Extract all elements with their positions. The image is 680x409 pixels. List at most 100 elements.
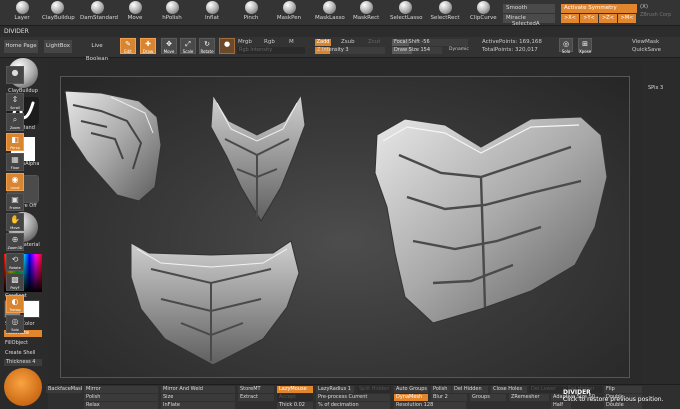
zsub-button[interactable]: Zsub bbox=[341, 39, 355, 45]
z-intensity-slider[interactable]: Z Intensity 3 bbox=[315, 47, 385, 54]
brush-inflat[interactable]: Inflat bbox=[201, 1, 223, 25]
secondary-color-swatch[interactable] bbox=[23, 300, 40, 318]
focal-shift-slider[interactable]: Focal Shift -56 bbox=[392, 39, 468, 46]
brush-move[interactable]: Move bbox=[124, 1, 146, 25]
right-shelf bbox=[642, 58, 680, 384]
split-hidden-button[interactable]: Split Hidden bbox=[357, 386, 391, 393]
mirror-and-weld-button[interactable]: Mirror And Weld bbox=[161, 386, 235, 393]
top-shelf: Layer ClayBuildup DamStandard Move hPoli… bbox=[0, 0, 680, 27]
close-holes-button[interactable]: Close Holes bbox=[491, 386, 527, 393]
del-lower-button[interactable]: Del Lower bbox=[529, 386, 563, 393]
draw-size-slider[interactable]: Draw Size 154 bbox=[392, 47, 442, 54]
local-button[interactable]: ◉ Local bbox=[6, 173, 24, 191]
accept-button[interactable]: Accept bbox=[277, 394, 313, 401]
solo-icon: ◎ bbox=[562, 40, 570, 48]
create-shell-button[interactable]: Create Shell bbox=[5, 350, 35, 356]
move-view-button[interactable]: ✋ Move bbox=[6, 213, 24, 231]
brush-clipcurve[interactable]: ClipCurve bbox=[470, 1, 497, 25]
floor-button[interactable]: ▦ Floor bbox=[6, 153, 24, 171]
rotate-view-button[interactable]: ⟲ Rotate bbox=[6, 253, 24, 271]
brush-layer[interactable]: Layer bbox=[10, 1, 34, 25]
decimation-slider[interactable]: % of decimation bbox=[316, 402, 390, 409]
auto-groups-button[interactable]: Auto Groups bbox=[394, 386, 428, 393]
axis-m-button[interactable]: >M< bbox=[618, 14, 636, 23]
brush-icon bbox=[282, 1, 296, 14]
thickness-slider[interactable]: Thickness 4 bbox=[4, 359, 42, 366]
zremesher-button[interactable]: ZRemesher bbox=[509, 394, 549, 401]
polish-toggle[interactable]: Polish bbox=[431, 386, 451, 393]
dynamic-button[interactable]: Dynamic bbox=[449, 47, 469, 52]
mirror-button[interactable]: Mirror bbox=[84, 386, 158, 393]
viewport-canvas[interactable] bbox=[60, 76, 630, 378]
half-button[interactable]: Half bbox=[551, 402, 571, 409]
axis-x-button[interactable]: >X< bbox=[561, 14, 579, 23]
resolution-slider[interactable]: Resolution 128 bbox=[394, 402, 466, 409]
polyf-button[interactable]: ▩ PolyF bbox=[6, 273, 24, 291]
brush-masklasso[interactable]: MaskLasso bbox=[315, 1, 345, 25]
lazyradius-slider[interactable]: LazyRadius 1 bbox=[316, 386, 354, 393]
pre-process-current-button[interactable]: Pre-process Current bbox=[316, 394, 390, 401]
axis-z-button[interactable]: >Z< bbox=[599, 14, 617, 23]
m-button[interactable]: M bbox=[289, 39, 294, 45]
persp-button[interactable]: ◧ Persp bbox=[6, 133, 24, 151]
live-boolean-button[interactable]: Live Boolean bbox=[80, 40, 114, 62]
solo-button[interactable]: ◎ Solo bbox=[559, 38, 573, 54]
draw-button[interactable]: ✚ Draw bbox=[140, 38, 156, 54]
blur-slider[interactable]: Blur 2 bbox=[431, 394, 467, 401]
solo-view-button[interactable]: ◎ Solo bbox=[6, 315, 24, 333]
scale-button[interactable]: ⤢ Scale bbox=[180, 38, 196, 54]
del-hidden-button[interactable]: Del Hidden bbox=[452, 386, 488, 393]
axis-y-button[interactable]: >Y< bbox=[580, 14, 598, 23]
size-slider[interactable]: Size bbox=[161, 394, 235, 401]
move-button[interactable]: ✥ Move bbox=[161, 38, 177, 54]
relax-slider[interactable]: Relax bbox=[84, 402, 158, 409]
smooth-brush-slot[interactable]: Smooth bbox=[503, 4, 555, 13]
zadd-button[interactable]: Zadd bbox=[315, 39, 331, 46]
backfacemask-button[interactable]: BackfaceMask bbox=[46, 386, 82, 393]
extract-button[interactable]: Extract bbox=[238, 394, 274, 401]
lightbox-button[interactable]: LightBox bbox=[44, 40, 72, 53]
brush-maskrect[interactable]: MaskRect bbox=[353, 1, 379, 25]
groups-button[interactable]: Groups bbox=[470, 394, 506, 401]
xpose-icon: ⊞ bbox=[582, 40, 588, 48]
zoom3d-button[interactable]: ⊕ Zoom3D bbox=[6, 233, 24, 251]
symmetry-shortcut: (X) bbox=[640, 4, 649, 10]
brush-damstandard[interactable]: DamStandard bbox=[80, 1, 118, 25]
miracle-slot[interactable]: Miracle SelectedA bbox=[503, 14, 555, 27]
orange-material-orb-icon[interactable] bbox=[4, 368, 42, 406]
brush-maskpen[interactable]: MaskPen bbox=[276, 1, 302, 25]
brush-icon bbox=[322, 1, 336, 14]
double-button-2[interactable]: Double bbox=[604, 402, 642, 409]
polish-slider[interactable]: Polish bbox=[84, 394, 158, 401]
fill-object-button[interactable]: FillObject bbox=[5, 340, 28, 346]
polyframe-icon: ▩ bbox=[11, 275, 19, 284]
zoom-button[interactable]: ⌕ Zoom bbox=[6, 113, 24, 131]
viewmask-button[interactable]: ViewMask bbox=[632, 39, 659, 45]
edit-button[interactable]: ✎ Edit bbox=[120, 38, 136, 54]
thick-slider[interactable]: Thick 0.02 bbox=[277, 402, 313, 409]
brush-claybuildup[interactable]: ClayBuildup bbox=[42, 1, 75, 25]
dynamesh-button[interactable]: DynaMesh bbox=[394, 394, 428, 401]
mrgb-button[interactable]: Mrgb bbox=[238, 39, 252, 45]
brush-selectrect[interactable]: SelectRect bbox=[430, 1, 460, 25]
home-page-button[interactable]: Home Page bbox=[4, 40, 38, 53]
rgb-button[interactable]: Rgb bbox=[264, 39, 275, 45]
brush-selectlasso[interactable]: SelectLasso bbox=[390, 1, 423, 25]
lazymouse-button[interactable]: LazyMouse bbox=[277, 386, 313, 393]
material-preview[interactable]: ● bbox=[219, 38, 235, 54]
rotate-button[interactable]: ↻ Rotate bbox=[199, 38, 215, 54]
brush-pinch[interactable]: Pinch bbox=[240, 1, 262, 25]
scroll-button[interactable]: ⇕ Scroll bbox=[6, 93, 24, 111]
bpr-button[interactable]: ● bbox=[6, 66, 24, 84]
transp-button[interactable]: ◐ Transp bbox=[6, 295, 24, 313]
quicksave-button[interactable]: QuickSave bbox=[632, 47, 661, 53]
persp-icon: ◧ bbox=[11, 135, 19, 144]
brush-hpolish[interactable]: hPolish bbox=[161, 1, 183, 25]
inflate-slider[interactable]: InFlate bbox=[161, 402, 235, 409]
xpose-button[interactable]: ⊞ Xpose bbox=[578, 38, 592, 54]
rgb-intensity-slider[interactable]: Rgb Intensity bbox=[237, 47, 305, 54]
storemt-button[interactable]: StoreMT bbox=[238, 386, 274, 393]
zcut-button[interactable]: Zcut bbox=[368, 39, 380, 45]
activate-symmetry-button[interactable]: Activate Symmetry bbox=[561, 4, 637, 13]
frame-button[interactable]: ▣ Frame bbox=[6, 193, 24, 211]
